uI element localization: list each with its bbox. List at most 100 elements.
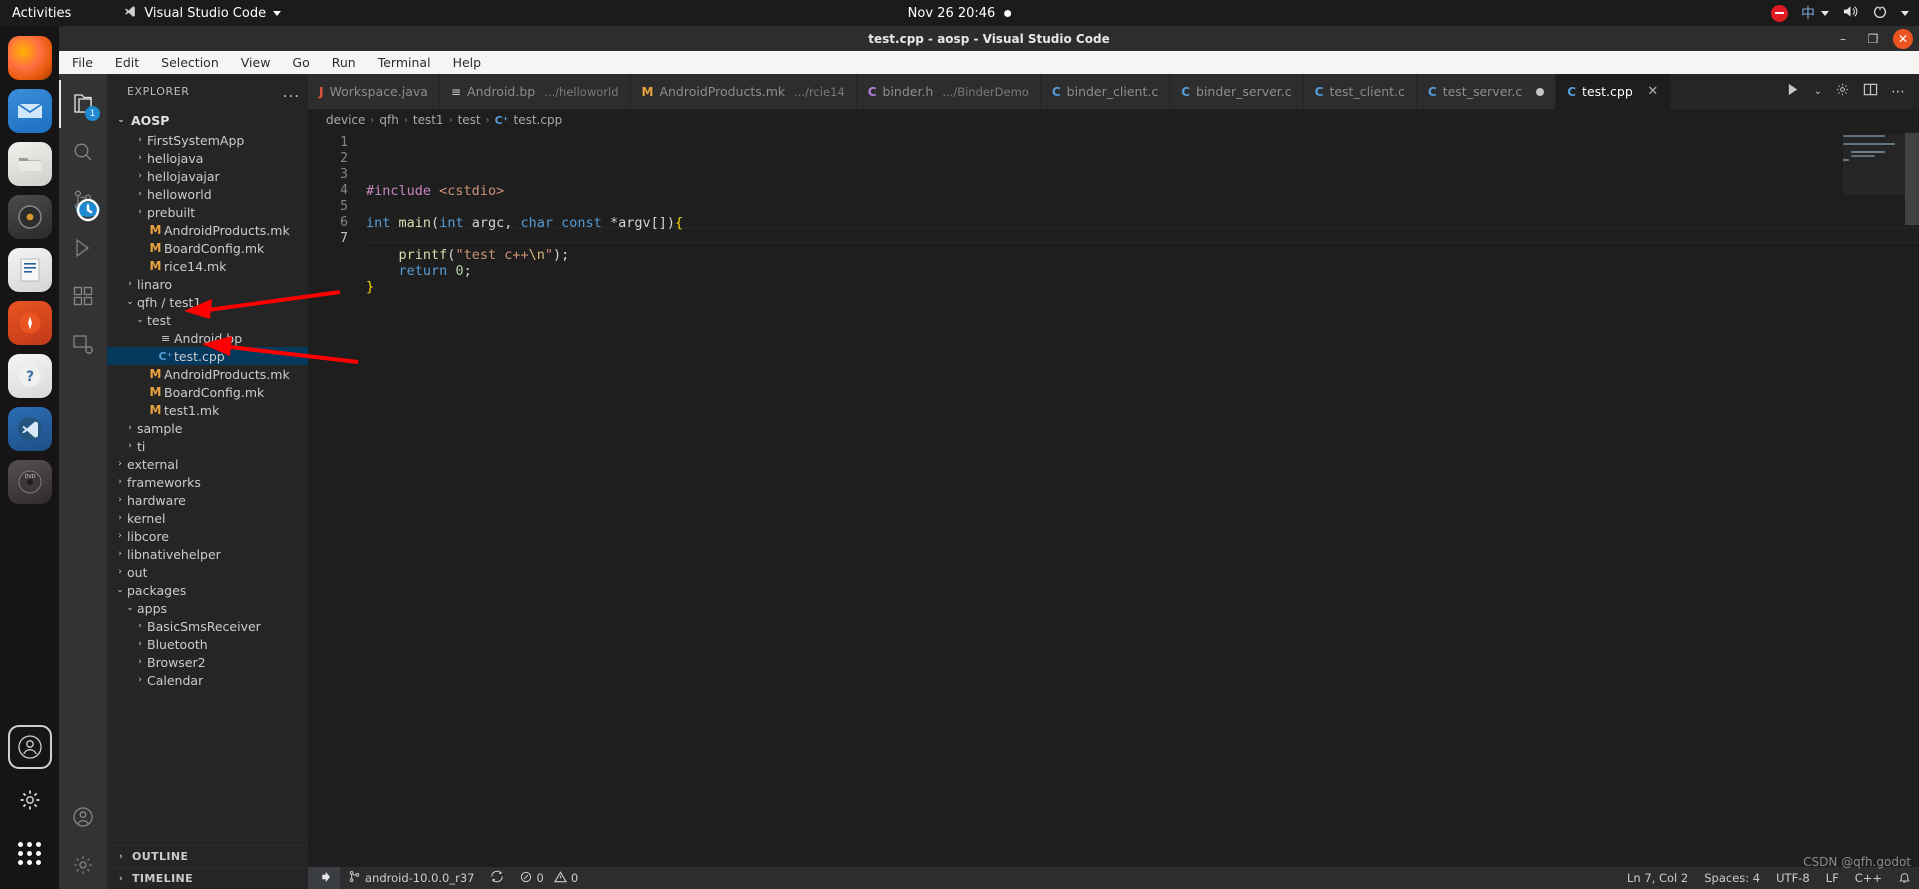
status-branch[interactable]: android-10.0.0_r37 (340, 867, 482, 889)
remote-indicator[interactable] (308, 867, 340, 889)
gear-icon[interactable] (1835, 82, 1850, 101)
tree-item-android-bp[interactable]: ≡ Android.bp (107, 329, 308, 347)
dock-icon-files[interactable] (7, 142, 52, 186)
tree-item-hellojavajar[interactable]: › hellojavajar (107, 167, 308, 185)
tab-close-icon[interactable]: ✕ (1647, 84, 1659, 99)
menu-go[interactable]: Go (292, 55, 309, 70)
chevron-down-icon[interactable]: ⌄ (1814, 86, 1822, 97)
minimap-slider[interactable] (1843, 135, 1905, 195)
system-status-area[interactable]: 中 (1771, 3, 1909, 23)
activities-button[interactable]: Activities (12, 6, 71, 21)
menu-help[interactable]: Help (453, 55, 482, 70)
dock-icon-show-applications[interactable] (8, 831, 52, 875)
breadcrumb-segment[interactable]: test1 (413, 113, 444, 127)
chevron-down-icon[interactable] (1901, 10, 1909, 16)
tree-item-rice14-mk[interactable]: Mrice14.mk (107, 257, 308, 275)
dock-icon-rhythmbox[interactable] (7, 195, 52, 239)
tree-item-boardconfig-mk[interactable]: M BoardConfig.mk (107, 383, 308, 401)
dock-icon-firefox[interactable] (7, 36, 52, 80)
tree-item-browser2[interactable]: › Browser2 (107, 653, 308, 671)
status-encoding[interactable]: UTF-8 (1768, 867, 1818, 889)
editor-tab-test-server-c[interactable]: Ctest_server.c (1416, 74, 1557, 109)
tree-item-androidproducts-mk[interactable]: M AndroidProducts.mk (107, 365, 308, 383)
dock-icon-libreoffice-writer[interactable] (7, 248, 52, 292)
activitybar-item-source-control[interactable] (59, 176, 107, 224)
tree-item-linaro[interactable]: › linaro (107, 275, 308, 293)
tree-item-helloworld[interactable]: › helloworld (107, 185, 308, 203)
editor-tab-workspace-java[interactable]: J Workspace.java (308, 74, 440, 109)
editor-tab-android-bp[interactable]: ≡ Android.bp .../helloworld (439, 74, 631, 109)
activitybar-item-extensions[interactable] (59, 272, 107, 320)
activitybar-item-manage[interactable] (59, 841, 107, 889)
tree-item-bluetooth[interactable]: › Bluetooth (107, 635, 308, 653)
menu-terminal[interactable]: Terminal (378, 55, 431, 70)
dock-icon-thunderbird[interactable] (7, 89, 52, 133)
breadcrumb-segment[interactable]: test (458, 113, 481, 127)
status-problems[interactable]: 0 0 (512, 867, 586, 889)
record-stop-icon[interactable] (1771, 4, 1788, 22)
activitybar-item-run-and-debug[interactable] (59, 224, 107, 272)
tree-item-prebuilt[interactable]: › prebuilt (107, 203, 308, 221)
workspace-root-row[interactable]: ⌄ AOSP (107, 109, 308, 131)
breadcrumb-segment[interactable]: test.cpp (514, 113, 563, 127)
tree-item-packages[interactable]: ⌄ packages (107, 581, 308, 599)
editor-tab-binder-server-c[interactable]: Cbinder_server.c (1170, 74, 1304, 109)
status-indentation[interactable]: Spaces: 4 (1696, 867, 1768, 889)
editor-tab-binder-h[interactable]: Cbinder.h .../BinderDemo (856, 74, 1041, 109)
dock-icon-ubuntu-software[interactable] (7, 301, 52, 345)
tree-item-firstsystemapp[interactable]: › FirstSystemApp (107, 131, 308, 149)
tree-item-test-cpp[interactable]: C⁺ test.cpp (107, 347, 308, 365)
dock-icon-help[interactable]: ? (7, 354, 52, 398)
menu-selection[interactable]: Selection (161, 55, 219, 70)
breadcrumb-segment[interactable]: qfh (379, 113, 398, 127)
tree-item-kernel[interactable]: › kernel (107, 509, 308, 527)
tree-item-libcore[interactable]: › libcore (107, 527, 308, 545)
more-actions-icon[interactable]: ⋯ (1891, 84, 1906, 100)
menu-file[interactable]: File (72, 55, 93, 70)
tree-item-libnativehelper[interactable]: › libnativehelper (107, 545, 308, 563)
close-button[interactable]: ✕ (1893, 28, 1913, 49)
sidebar-section-timeline[interactable]: › TIMELINE (107, 867, 308, 889)
tree-item-out[interactable]: › out (107, 563, 308, 581)
clock-menu[interactable]: Nov 26 20:46 (908, 6, 1012, 21)
sidebar-section-outline[interactable]: › OUTLINE (107, 845, 308, 867)
tree-item-external[interactable]: › external (107, 455, 308, 473)
dock-icon-dvd-drive[interactable]: DVD (7, 460, 52, 504)
volume-icon[interactable] (1842, 4, 1859, 23)
tree-item-hellojava[interactable]: › hellojava (107, 149, 308, 167)
tree-item-hardware[interactable]: › hardware (107, 491, 308, 509)
minimize-button[interactable]: – (1833, 29, 1853, 49)
minimap[interactable] (1843, 135, 1905, 867)
menu-run[interactable]: Run (332, 55, 356, 70)
tree-item-basicsmsreceiver[interactable]: › BasicSmsReceiver (107, 617, 308, 635)
activitybar-item-accounts[interactable] (59, 793, 107, 841)
sidebar-more-actions-icon[interactable]: ... (283, 83, 300, 101)
tab-dirty-indicator[interactable] (1536, 87, 1545, 96)
tree-item-frameworks[interactable]: › frameworks (107, 473, 308, 491)
activitybar-item-explorer[interactable]: 1 (59, 80, 107, 128)
breadcrumb-segment[interactable]: device (326, 113, 365, 127)
dock-icon-user-account[interactable] (7, 725, 52, 769)
power-icon[interactable] (1872, 3, 1888, 23)
status-sync[interactable] (482, 867, 512, 889)
status-language-mode[interactable]: C++ (1847, 867, 1890, 889)
editor-tab-binder-client-c[interactable]: Cbinder_client.c (1040, 74, 1171, 109)
code-editor[interactable]: 1234567 #include <cstdio> int main(int a… (308, 131, 1919, 867)
active-app-menu[interactable]: Visual Studio Code (123, 5, 282, 21)
activitybar-item-remote-explorer[interactable] (59, 320, 107, 368)
editor-tab-test-cpp[interactable]: Ctest.cpp ✕ (1556, 74, 1671, 109)
editor-scrollbar[interactable] (1905, 133, 1919, 225)
code-content[interactable]: #include <cstdio> int main(int argc, cha… (366, 131, 1919, 867)
menu-view[interactable]: View (241, 55, 271, 70)
tree-item-test1-mk[interactable]: Mtest1.mk (107, 401, 308, 419)
tree-item-sample[interactable]: › sample (107, 419, 308, 437)
tree-item-qfh-test1[interactable]: ⌄ qfh / test1 (107, 293, 308, 311)
ime-indicator[interactable]: 中 (1801, 3, 1829, 23)
menu-edit[interactable]: Edit (115, 55, 139, 70)
run-or-debug-icon[interactable] (1786, 82, 1801, 101)
status-eol[interactable]: LF (1818, 867, 1847, 889)
dock-icon-visual-studio-code[interactable] (7, 407, 52, 451)
status-cursor-position[interactable]: Ln 7, Col 2 (1619, 867, 1696, 889)
tree-item-boardconfig-mk[interactable]: M BoardConfig.mk (107, 239, 308, 257)
tree-item-calendar[interactable]: › Calendar (107, 671, 308, 689)
